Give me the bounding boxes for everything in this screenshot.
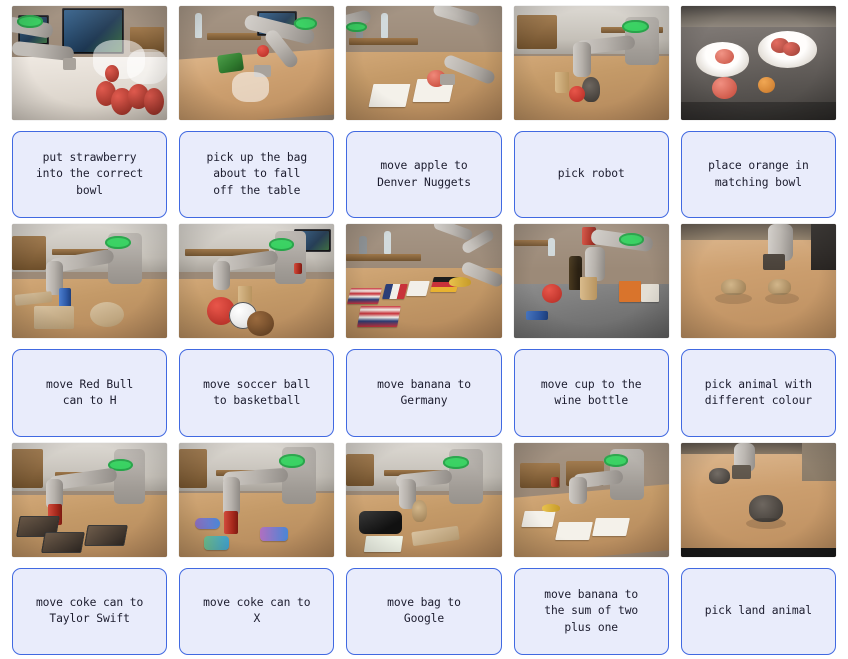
- task-cell: pick land animal: [680, 442, 836, 655]
- scene-photo-animal-colour: [680, 224, 836, 339]
- scene-photo-strawberry-bowl: [12, 6, 168, 120]
- task-caption: move coke can to Taylor Swift: [12, 567, 168, 655]
- task-cell: move coke can to X: [179, 442, 335, 655]
- task-cell: move coke can to Taylor Swift: [12, 442, 168, 655]
- task-cell: move Red Bull can to H: [12, 224, 168, 437]
- task-cell: pick up the bag about to fall off the ta…: [179, 6, 335, 219]
- task-caption: pick robot: [513, 131, 669, 219]
- task-caption: move bag to Google: [346, 567, 502, 655]
- scene-photo-bag-google: [346, 442, 502, 557]
- task-caption: move banana to Germany: [346, 349, 502, 437]
- scene-photo-coke-x: [179, 442, 335, 557]
- task-caption: move cup to the wine bottle: [513, 349, 669, 437]
- task-caption: place orange in matching bowl: [680, 131, 836, 219]
- task-cell: move cup to the wine bottle: [513, 224, 669, 437]
- task-cell: move apple to Denver Nuggets: [346, 6, 502, 219]
- scene-photo-falling-bag: [179, 6, 335, 120]
- task-caption: move banana to the sum of two plus one: [513, 567, 669, 655]
- scene-photo-apple-nuggets: [346, 6, 502, 120]
- task-cell: move bag to Google: [346, 442, 502, 655]
- task-cell: place orange in matching bowl: [680, 6, 836, 219]
- task-cell: move banana to the sum of two plus one: [513, 442, 669, 655]
- scene-photo-land-animal: [680, 442, 836, 557]
- scene-photo-redbull-h: [12, 224, 168, 339]
- task-caption: move soccer ball to basketball: [179, 349, 335, 437]
- scene-photo-banana-germany: [346, 224, 502, 339]
- scene-photo-coke-taylor-swift: [12, 442, 168, 557]
- task-grid: put strawberry into the correct bowl pic…: [12, 6, 836, 655]
- scene-photo-soccer-basketball: [179, 224, 335, 339]
- task-cell: pick animal with different colour: [680, 224, 836, 437]
- task-cell: move banana to Germany: [346, 224, 502, 437]
- scene-photo-cup-wine-bottle: [513, 224, 669, 339]
- task-cell: pick robot: [513, 6, 669, 219]
- task-caption: move apple to Denver Nuggets: [346, 131, 502, 219]
- task-caption: move coke can to X: [179, 567, 335, 655]
- task-cell: put strawberry into the correct bowl: [12, 6, 168, 219]
- task-grid-page: put strawberry into the correct bowl pic…: [0, 0, 848, 659]
- scene-photo-pick-robot: [513, 6, 669, 120]
- task-caption: pick up the bag about to fall off the ta…: [179, 131, 335, 219]
- task-caption: move Red Bull can to H: [12, 349, 168, 437]
- scene-photo-banana-sum: [513, 442, 669, 557]
- task-caption: pick animal with different colour: [680, 349, 836, 437]
- scene-photo-orange-bowl: [680, 6, 836, 120]
- task-caption: put strawberry into the correct bowl: [12, 131, 168, 219]
- task-cell: move soccer ball to basketball: [179, 224, 335, 437]
- task-caption: pick land animal: [680, 567, 836, 655]
